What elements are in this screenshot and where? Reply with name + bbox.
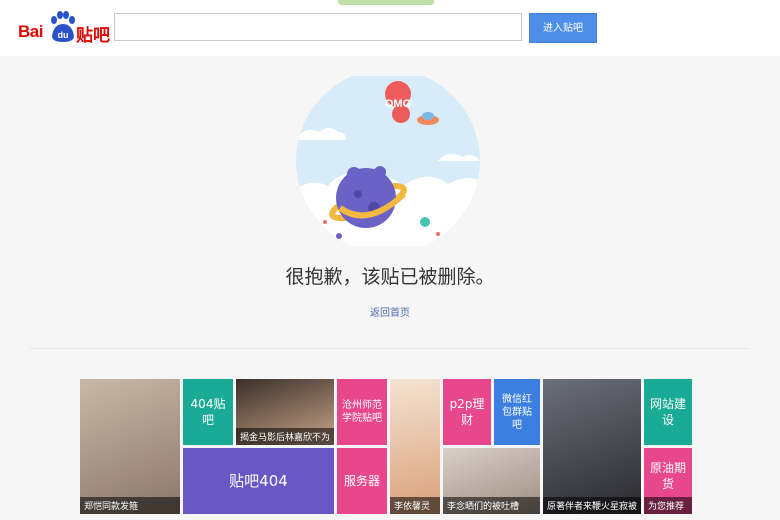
- tile-label: 服务器: [343, 474, 380, 488]
- logo-tieba-text: 贴吧: [76, 26, 110, 46]
- tile-server[interactable]: 服务器: [337, 448, 387, 514]
- tile-caption: 原著伴者来鞭火星寂被: [543, 497, 641, 514]
- tile-photo-girl[interactable]: 李依馨灵: [390, 379, 440, 514]
- tile-caption: 李依馨灵: [390, 497, 440, 514]
- tile-caption: 为您推荐: [644, 497, 692, 514]
- tile-label: 微信红包群贴吧: [502, 393, 532, 431]
- tile-404-tieba[interactable]: 404贴吧: [183, 379, 233, 445]
- header-bar: Bai du 贴吧 进入贴吧: [0, 0, 780, 56]
- search-input[interactable]: [114, 13, 522, 41]
- logo-du-text: du: [58, 30, 69, 40]
- tile-crude-oil[interactable]: 原油期货 为您推荐: [644, 448, 692, 514]
- recommend-tiles: 郑恺同款发箍 404贴吧 揭金马影后林嘉欣不为 沧州师范学院贴吧 贴吧404 服…: [80, 379, 692, 514]
- top-tab-indicator[interactable]: [338, 0, 434, 5]
- paw-icon: du: [51, 11, 75, 42]
- tile-photo-woman[interactable]: 李念晒们的被吐槽: [443, 448, 540, 514]
- omg-badge-text: OMG: [385, 98, 411, 110]
- omg-planet-illustration: OMG: [296, 76, 480, 246]
- tile-photo-actress[interactable]: 揭金马影后林嘉欣不为: [236, 379, 334, 445]
- tile-label: 网站建设: [649, 397, 686, 427]
- tile-photo-group[interactable]: 原著伴者来鞭火星寂被: [543, 379, 641, 514]
- deleted-message: 很抱歉，该贴已被删除。: [285, 266, 495, 288]
- tile-caption: 郑恺同款发箍: [80, 497, 180, 514]
- tile-wechat-redpack[interactable]: 微信红包群贴吧: [494, 379, 540, 445]
- tile-label: 沧州师范学院贴吧: [342, 400, 382, 424]
- return-home-link[interactable]: 返回首页: [0, 304, 780, 319]
- tile-label: 404贴吧: [190, 397, 226, 427]
- tile-label: 贴吧404: [229, 472, 288, 490]
- divider: [30, 348, 750, 349]
- logo-bai-text: Bai: [18, 22, 43, 41]
- tile-tieba-404[interactable]: 贴吧404: [183, 448, 334, 514]
- baidu-tieba-logo[interactable]: Bai du 贴吧: [18, 10, 110, 46]
- tile-website-build[interactable]: 网站建设: [644, 379, 692, 445]
- tile-label: p2p理财: [449, 397, 485, 427]
- tile-cangzhou-tieba[interactable]: 沧州师范学院贴吧: [337, 379, 387, 445]
- enter-tieba-button[interactable]: 进入贴吧: [529, 13, 597, 43]
- tile-p2p[interactable]: p2p理财: [443, 379, 491, 445]
- tile-caption: 揭金马影后林嘉欣不为: [236, 428, 334, 445]
- tile-photo-man[interactable]: 郑恺同款发箍: [80, 379, 180, 514]
- tile-caption: 李念晒们的被吐槽: [443, 497, 540, 514]
